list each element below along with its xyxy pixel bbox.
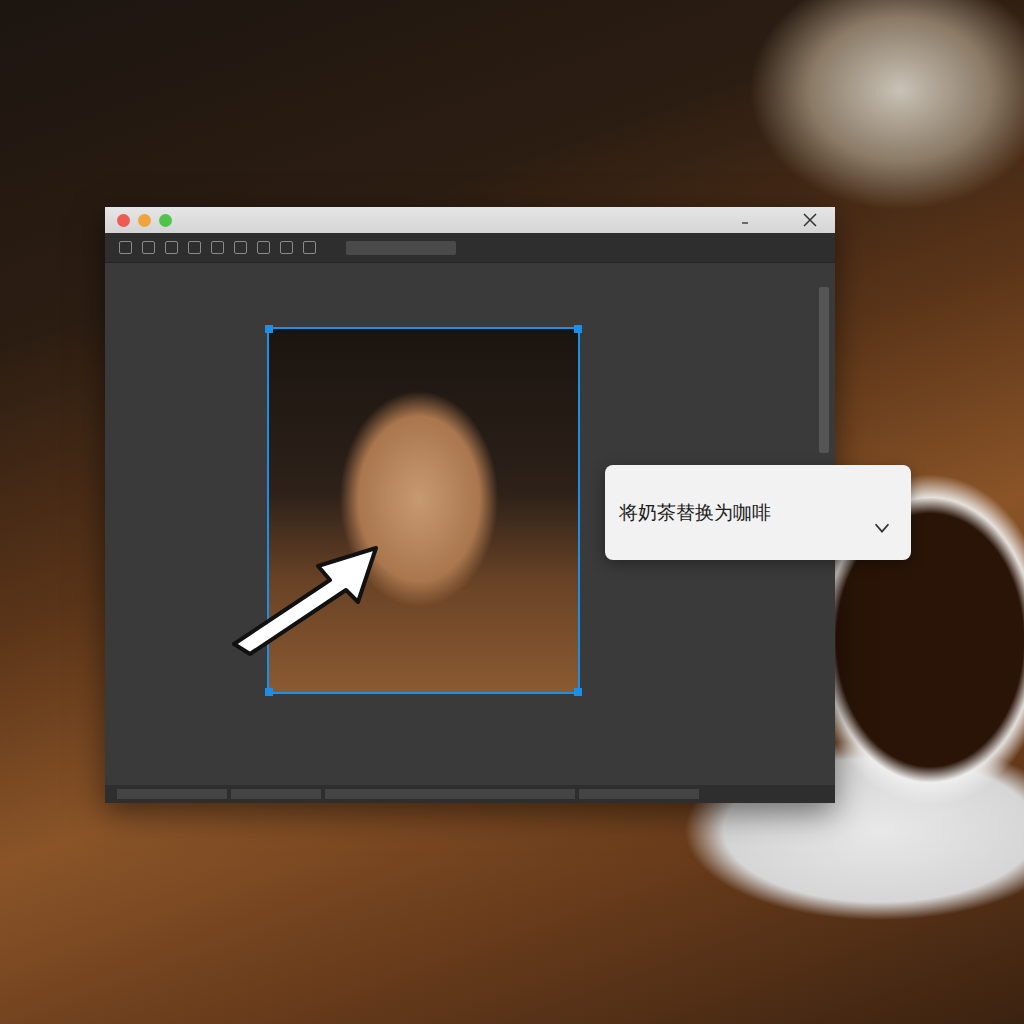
pointer-arrow-icon <box>226 540 384 658</box>
tool-icon[interactable] <box>142 241 155 254</box>
toolbar <box>105 233 835 263</box>
scrollbar[interactable] <box>819 287 829 453</box>
minimize-icon[interactable] <box>739 214 751 226</box>
close-light[interactable] <box>117 214 130 227</box>
tool-icon[interactable] <box>234 241 247 254</box>
prompt-card[interactable]: 将奶茶替换为咖啡 <box>605 465 911 560</box>
tool-icon[interactable] <box>188 241 201 254</box>
minimize-light[interactable] <box>138 214 151 227</box>
tool-icon[interactable] <box>165 241 178 254</box>
close-icon[interactable] <box>799 212 821 228</box>
status-bar <box>105 785 835 803</box>
selection-handle[interactable] <box>265 325 273 333</box>
tool-icon[interactable] <box>303 241 316 254</box>
selection-handle[interactable] <box>265 688 273 696</box>
zoom-light[interactable] <box>159 214 172 227</box>
tool-icon[interactable] <box>257 241 270 254</box>
tool-icon[interactable] <box>211 241 224 254</box>
milk-tea-photo[interactable] <box>267 327 580 694</box>
selection-handle[interactable] <box>574 325 582 333</box>
arrow-down-icon[interactable] <box>871 516 893 538</box>
selection-handle[interactable] <box>574 688 582 696</box>
toolbar-field[interactable] <box>346 241 456 255</box>
title-bar <box>105 207 835 233</box>
prompt-text: 将奶茶替换为咖啡 <box>619 500 771 526</box>
tool-icon[interactable] <box>280 241 293 254</box>
tool-icon[interactable] <box>119 241 132 254</box>
cafe-photo: 将奶茶替换为咖啡 <box>0 0 1024 1024</box>
